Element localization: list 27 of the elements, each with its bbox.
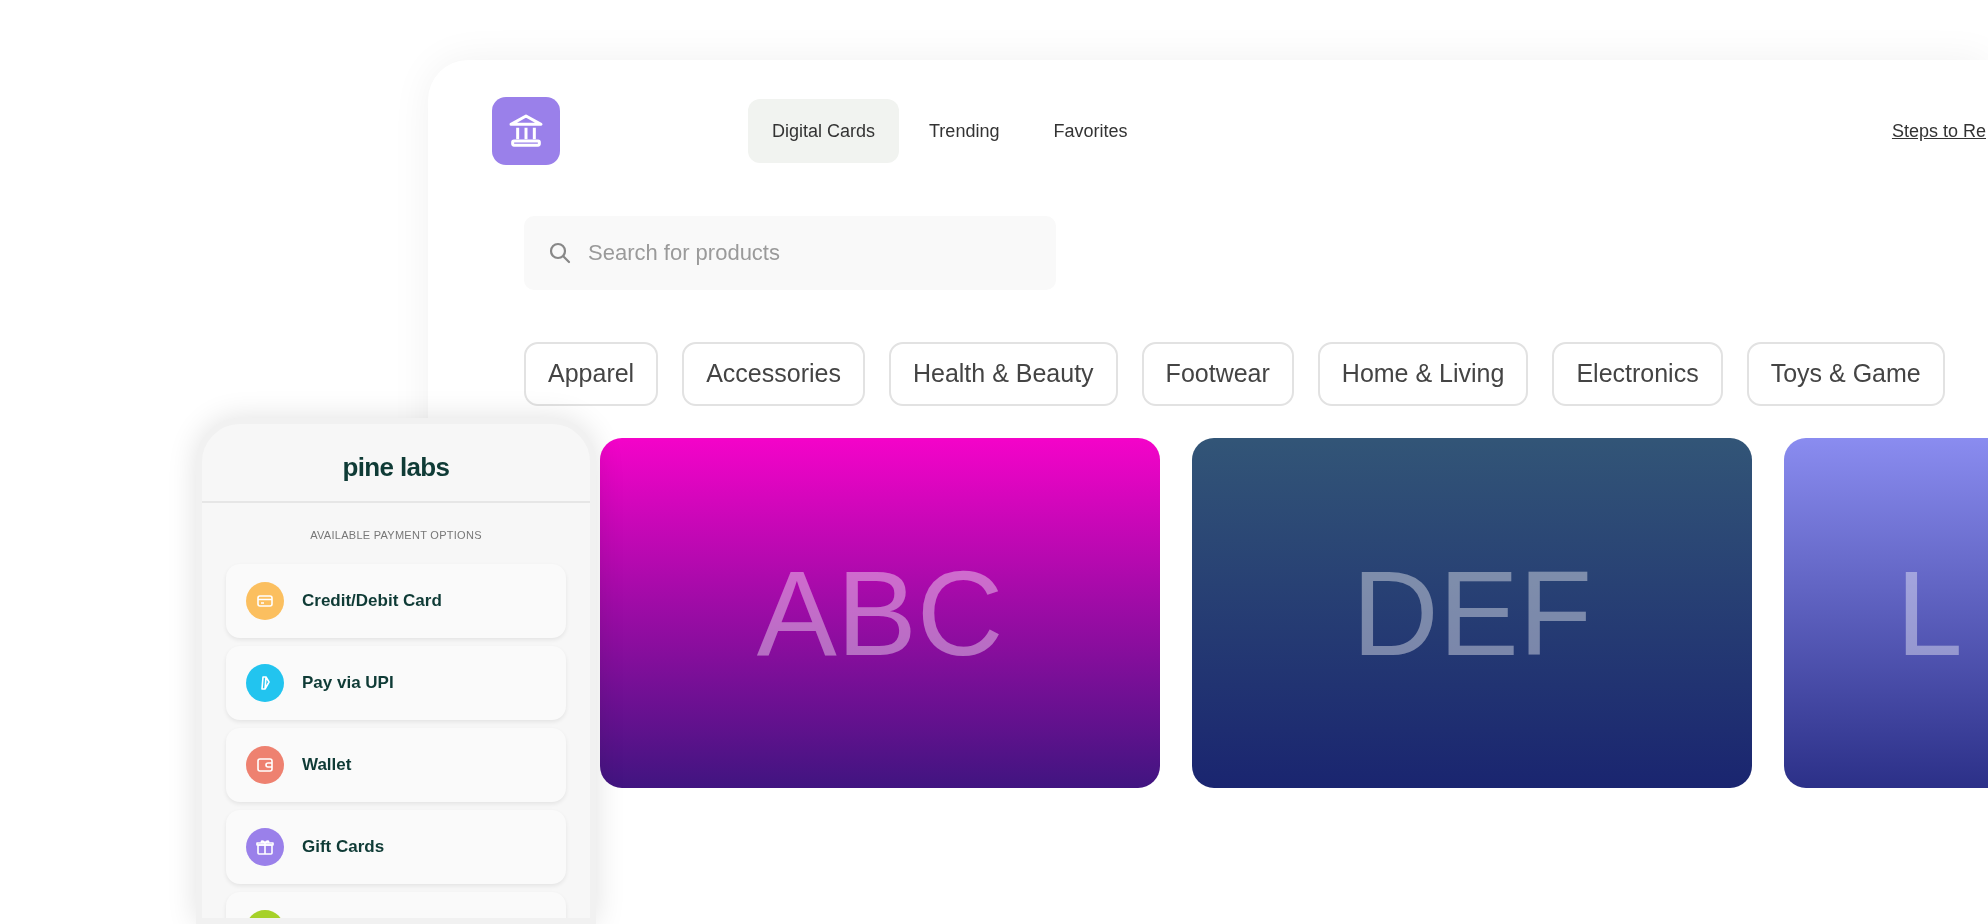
card-label: DEF — [1352, 545, 1592, 682]
option-label: Pay via UPI — [302, 671, 394, 694]
option-label: Credit/Debit Card — [302, 589, 442, 612]
payment-option[interactable]: Wallet — [226, 727, 566, 802]
nav-tab[interactable]: Digital Cards — [748, 99, 900, 163]
category-chip[interactable]: Toys & Game — [1746, 342, 1945, 406]
bank-logo-icon[interactable] — [492, 97, 560, 165]
payment-option[interactable]: Credit/Debit Card — [226, 563, 566, 638]
category-chip[interactable]: Electronics — [1552, 342, 1723, 406]
section-heading: AVAILABLE PAYMENT OPTIONS — [309, 528, 483, 543]
card-label: L — [1896, 545, 1963, 682]
payment-option[interactable]: Pay via UPI — [226, 645, 566, 720]
category-chip[interactable]: Apparel — [524, 342, 659, 406]
search-icon — [548, 241, 572, 265]
category-chip[interactable]: Home & Living — [1317, 342, 1529, 406]
category-chip[interactable]: Accessories — [682, 342, 865, 406]
nav-tab[interactable]: Favorites — [1029, 99, 1152, 163]
brand-logo: pine labs — [341, 451, 451, 484]
card-label: ABC — [756, 545, 1004, 682]
option-label: Gift Cards — [302, 835, 385, 858]
payment-option[interactable]: Gift Cards — [226, 809, 566, 884]
category-chip[interactable]: Footwear — [1141, 342, 1294, 406]
search-field[interactable]: Search for products — [524, 216, 1056, 290]
nav-tab[interactable]: Trending — [905, 99, 1024, 163]
category-chip[interactable]: Health & Beauty — [888, 342, 1118, 406]
steps-link[interactable]: Steps to Re — [1891, 117, 1986, 145]
option-label: Wallet — [302, 753, 352, 776]
